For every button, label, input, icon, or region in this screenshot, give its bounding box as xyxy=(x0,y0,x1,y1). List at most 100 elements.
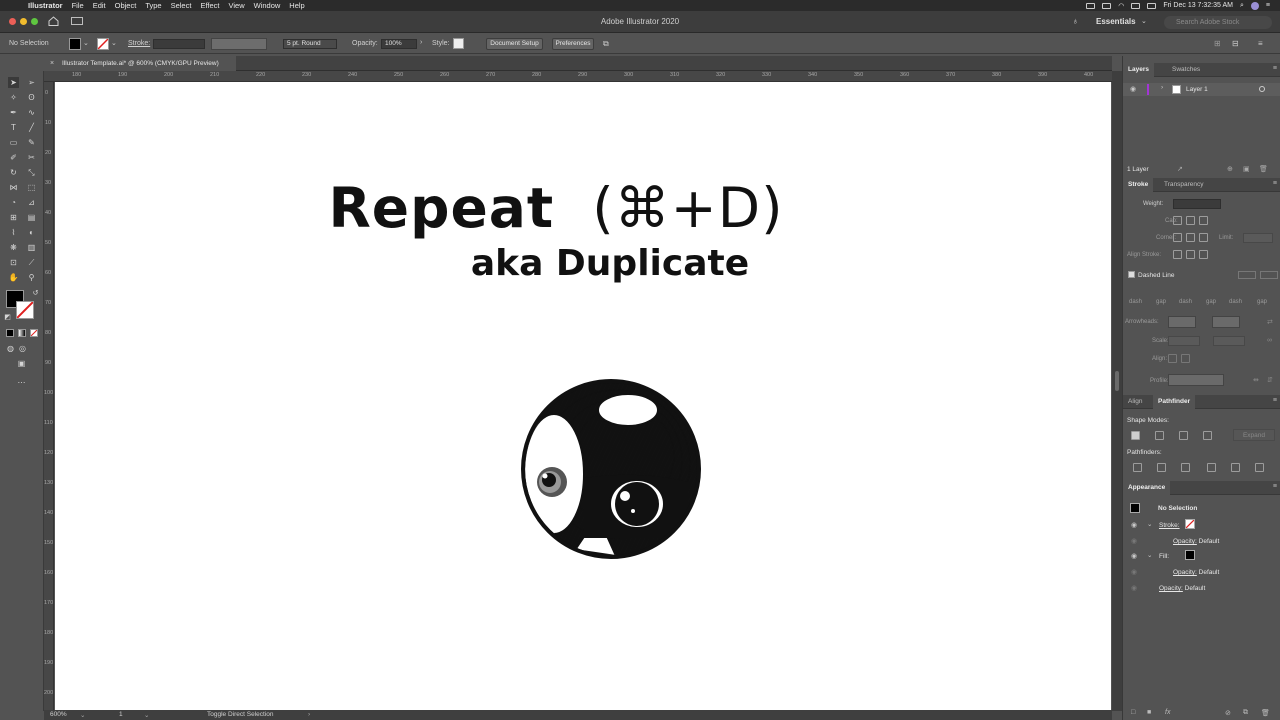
start-scale-field[interactable] xyxy=(1168,336,1200,346)
align-outside-icon[interactable] xyxy=(1199,250,1208,259)
vertical-scrollbar[interactable] xyxy=(1112,71,1122,711)
visibility-eye-icon[interactable]: ◉ xyxy=(1130,85,1136,93)
flip-along-icon[interactable]: ⇹ xyxy=(1253,376,1259,384)
arrow-tip-icon[interactable] xyxy=(1168,354,1177,363)
panel-menu-icon[interactable]: ≡ xyxy=(1258,39,1263,48)
limit-field[interactable] xyxy=(1243,233,1273,243)
trash-icon[interactable]: 🗑 xyxy=(1261,709,1270,717)
layer-name[interactable]: Layer 1 xyxy=(1186,86,1208,93)
expand-button[interactable]: Expand xyxy=(1233,429,1275,441)
type-tool-icon[interactable]: T xyxy=(8,122,19,133)
clear-appearance-icon[interactable]: ⊘ xyxy=(1225,709,1231,717)
close-icon[interactable]: × xyxy=(50,56,54,71)
new-layer-icon[interactable]: ▣ xyxy=(1243,165,1250,173)
end-arrowhead-select[interactable] xyxy=(1212,316,1240,328)
chevron-down-icon[interactable]: ⌄ xyxy=(1147,520,1152,528)
pen-tool-icon[interactable]: ✒ xyxy=(8,107,19,118)
subline-text[interactable]: aka Duplicate xyxy=(0,243,1220,284)
zoom-level[interactable]: 600% xyxy=(50,711,67,718)
fill-opacity-label[interactable]: Opacity: xyxy=(1173,569,1197,576)
adobe-stock-search-input[interactable]: Search Adobe Stock xyxy=(1164,16,1272,29)
crop-icon[interactable] xyxy=(1207,463,1216,472)
tab-layers[interactable]: Layers xyxy=(1123,63,1154,77)
align-inside-icon[interactable] xyxy=(1186,250,1195,259)
none-mode-icon[interactable] xyxy=(30,329,38,337)
stroke-weight-field[interactable] xyxy=(153,39,205,49)
shaper-tool-icon[interactable]: ✐ xyxy=(8,152,19,163)
bluetooth-icon[interactable] xyxy=(1147,2,1157,9)
bevel-join-icon[interactable] xyxy=(1199,233,1208,242)
chevron-right-icon[interactable]: › xyxy=(420,39,422,46)
minus-back-icon[interactable] xyxy=(1255,463,1264,472)
battery-icon[interactable] xyxy=(1102,2,1112,9)
add-stroke-icon[interactable]: □ xyxy=(1131,709,1135,716)
tab-pathfinder[interactable]: Pathfinder xyxy=(1153,395,1196,409)
trim-icon[interactable] xyxy=(1157,463,1166,472)
scissors-tool-icon[interactable]: ✂ xyxy=(26,152,37,163)
lasso-tool-icon[interactable]: ʘ xyxy=(26,92,37,103)
menu-edit[interactable]: Edit xyxy=(93,1,106,10)
butt-cap-icon[interactable] xyxy=(1173,216,1182,225)
miter-join-icon[interactable] xyxy=(1173,233,1182,242)
gradient-mode-icon[interactable] xyxy=(18,329,26,337)
visibility-eye-icon[interactable]: ◉ xyxy=(1131,521,1137,529)
menu-window[interactable]: Window xyxy=(254,1,281,10)
menu-select[interactable]: Select xyxy=(171,1,192,10)
screen-mode-icon[interactable]: ▣ xyxy=(16,358,27,369)
tab-align[interactable]: Align xyxy=(1123,395,1147,409)
tab-appearance[interactable]: Appearance xyxy=(1123,481,1171,495)
stroke-color-icon[interactable] xyxy=(16,301,34,319)
lightbulb-icon[interactable]: ♁ xyxy=(1072,16,1079,26)
draw-mode-icon[interactable]: ◍ xyxy=(5,343,16,354)
fill-swatch[interactable] xyxy=(69,38,81,50)
outline-icon[interactable] xyxy=(1231,463,1240,472)
brush-definition[interactable]: 5 pt. Round xyxy=(283,39,337,49)
preserve-dashes-icon[interactable] xyxy=(1238,271,1256,279)
duplicate-item-icon[interactable]: ⧉ xyxy=(1243,709,1248,717)
user-avatar-icon[interactable] xyxy=(1250,1,1259,10)
flip-across-icon[interactable]: ⇵ xyxy=(1267,376,1273,384)
curvature-tool-icon[interactable]: ∿ xyxy=(26,107,37,118)
document-tab[interactable]: × Illustrator Template.ai* @ 600% (CMYK/… xyxy=(44,56,236,71)
menu-object[interactable]: Object xyxy=(115,1,137,10)
scroll-thumb[interactable] xyxy=(1115,371,1119,391)
swap-colors-icon[interactable]: ↺ xyxy=(30,288,41,299)
menu-effect[interactable]: Effect xyxy=(200,1,219,10)
dashed-line-checkbox[interactable] xyxy=(1128,271,1135,278)
exclude-icon[interactable] xyxy=(1203,431,1212,440)
color-mode-icon[interactable] xyxy=(6,329,14,337)
object-opacity-label[interactable]: Opacity: xyxy=(1159,585,1183,592)
menu-file[interactable]: File xyxy=(72,1,84,10)
rectangle-tool-icon[interactable]: ▭ xyxy=(8,137,19,148)
appearance-fill-label[interactable]: Fill: xyxy=(1159,553,1169,560)
tab-swatches[interactable]: Swatches xyxy=(1167,63,1205,77)
panel-menu-icon[interactable]: ≡ xyxy=(1273,180,1277,187)
minus-front-icon[interactable] xyxy=(1155,431,1164,440)
menubar-clock[interactable]: Fri Dec 13 7:32:35 AM xyxy=(1163,2,1233,9)
visibility-eye-icon[interactable]: ◉ xyxy=(1131,584,1137,592)
wifi-icon[interactable]: ◠ xyxy=(1118,2,1124,10)
link-scale-icon[interactable]: ∞ xyxy=(1267,337,1272,344)
round-cap-icon[interactable] xyxy=(1186,216,1195,225)
default-colors-icon[interactable]: ◩ xyxy=(2,312,13,323)
chevron-down-icon[interactable]: ⌄ xyxy=(1147,551,1152,559)
swap-arrowheads-icon[interactable]: ⇄ xyxy=(1267,318,1273,326)
chevron-right-icon[interactable]: › xyxy=(308,711,310,718)
headline-text[interactable]: Repeat (⌘+D) xyxy=(0,176,1112,240)
transform-icon[interactable]: ⊞ xyxy=(1214,39,1221,48)
variable-width-profile[interactable] xyxy=(211,38,267,50)
visibility-eye-icon[interactable]: ◉ xyxy=(1131,552,1137,560)
flag-icon[interactable] xyxy=(1131,2,1141,9)
appearance-fill-swatch[interactable] xyxy=(1185,550,1195,560)
fx-icon[interactable]: fx xyxy=(1165,709,1170,716)
stroke-opacity-label[interactable]: Opacity: xyxy=(1173,538,1197,545)
artboard-number[interactable]: 1 xyxy=(119,711,123,718)
direct-selection-tool-icon[interactable]: ➢ xyxy=(26,77,37,88)
divide-icon[interactable] xyxy=(1133,463,1142,472)
sphere-character-artwork[interactable] xyxy=(520,378,702,560)
appearance-stroke-swatch[interactable] xyxy=(1185,519,1195,529)
magic-wand-tool-icon[interactable]: ✧ xyxy=(8,92,19,103)
panel-menu-icon[interactable]: ≡ xyxy=(1273,397,1277,404)
menu-view[interactable]: View xyxy=(228,1,244,10)
preferences-button[interactable]: Preferences xyxy=(552,38,594,50)
